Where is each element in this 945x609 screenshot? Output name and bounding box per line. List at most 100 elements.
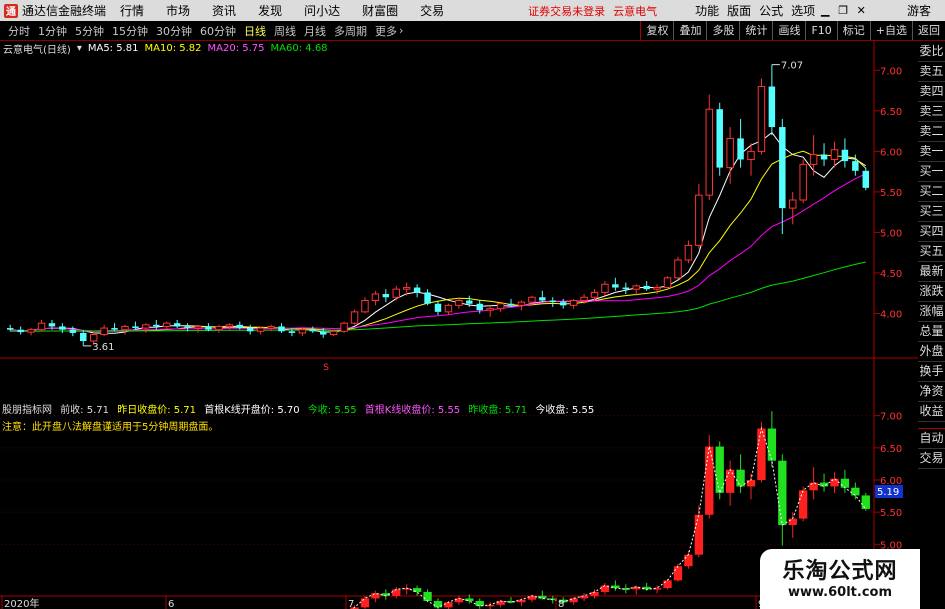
candle-body bbox=[236, 324, 243, 329]
period-multi[interactable]: 多周期 bbox=[334, 23, 367, 39]
guest-label[interactable]: 游客 bbox=[907, 2, 931, 19]
side-item-9[interactable]: 买四 bbox=[918, 222, 945, 242]
menu-wealth[interactable]: 财富圈 bbox=[362, 2, 398, 19]
side-item-12[interactable]: 涨跌 bbox=[918, 282, 945, 302]
ind-bar bbox=[444, 602, 453, 608]
menu-news[interactable]: 资讯 bbox=[212, 2, 236, 19]
tool-mark[interactable]: 标记 bbox=[836, 21, 870, 40]
candle-body bbox=[809, 154, 818, 165]
side-item-0[interactable]: 委比 bbox=[918, 42, 945, 62]
candle-body bbox=[59, 326, 66, 330]
period-5min[interactable]: 5分钟 bbox=[75, 23, 104, 39]
side-item-4[interactable]: 卖二 bbox=[918, 122, 945, 142]
side-item-11[interactable]: 最新 bbox=[918, 262, 945, 282]
side-item-18[interactable]: 收益 bbox=[918, 402, 945, 422]
candle-body bbox=[601, 283, 609, 293]
candle-body bbox=[309, 329, 317, 332]
side-panel: 委比 卖五 卖四 卖三 卖二 卖一 买一 买二 买三 买四 买五 最新 涨跌 涨幅 总量 外盘 换手 净资 收益自动… bbox=[918, 42, 945, 469]
ind-bar bbox=[673, 566, 683, 581]
menu-discover[interactable]: 发现 bbox=[258, 2, 282, 19]
candle-body bbox=[298, 329, 307, 334]
candle-body bbox=[684, 244, 693, 261]
title-stock-name: 云意电气 bbox=[613, 4, 658, 18]
high-label: 7.07 bbox=[781, 61, 803, 72]
period-30min[interactable]: 30分钟 bbox=[156, 23, 192, 39]
candle-body bbox=[674, 259, 682, 279]
candle-body bbox=[48, 323, 56, 327]
period-60min[interactable]: 60分钟 bbox=[200, 23, 236, 39]
tool-draw[interactable]: 画线 bbox=[772, 21, 805, 40]
side-item-2[interactable]: 卖四 bbox=[918, 82, 945, 102]
side-item-3[interactable]: 卖三 bbox=[918, 102, 945, 122]
candle-body bbox=[663, 277, 672, 289]
menu-ask[interactable]: 问小达 bbox=[304, 2, 340, 19]
candle-body bbox=[444, 304, 453, 313]
period-daily[interactable]: 日线 bbox=[244, 23, 266, 39]
ind-bar bbox=[746, 480, 756, 487]
side-item2-0[interactable]: 自动 bbox=[918, 428, 945, 449]
candle-body bbox=[361, 300, 369, 313]
side-item-8[interactable]: 买三 bbox=[918, 202, 945, 222]
side-item-15[interactable]: 外盘 bbox=[918, 342, 945, 362]
period-weekly[interactable]: 周线 bbox=[274, 23, 296, 39]
side-item-13[interactable]: 涨幅 bbox=[918, 302, 945, 322]
candle-body bbox=[789, 199, 797, 209]
ind-bar bbox=[799, 490, 808, 519]
side-item-6[interactable]: 买一 bbox=[918, 162, 945, 182]
login-notice[interactable]: 证券交易未登录 bbox=[528, 3, 605, 19]
candle-body bbox=[799, 163, 807, 201]
tool-stats[interactable]: 统计 bbox=[739, 21, 772, 40]
candle-body bbox=[350, 311, 359, 324]
indicator-name: 股朋指标网 bbox=[2, 405, 52, 416]
main-kline-plot: 7.07 3.61 S bbox=[6, 61, 870, 373]
candle-body bbox=[486, 308, 494, 311]
tool-f10[interactable]: F10 bbox=[805, 21, 836, 40]
candle-body bbox=[549, 300, 557, 303]
side-item-17[interactable]: 净资 bbox=[918, 382, 945, 402]
candle-body bbox=[507, 303, 515, 306]
more-chevron-icon[interactable]: › bbox=[399, 24, 403, 37]
period-more[interactable]: 更多 bbox=[375, 23, 397, 39]
tool-multi-stock[interactable]: 多股 bbox=[706, 21, 739, 40]
menu-layout[interactable]: 版面 bbox=[727, 2, 751, 19]
menu-quotes[interactable]: 行情 bbox=[120, 2, 144, 19]
side-item2-1[interactable]: 交易 bbox=[918, 449, 945, 469]
menu-formula[interactable]: 公式 bbox=[759, 2, 783, 19]
ind-close-line bbox=[351, 426, 867, 609]
side-item-10[interactable]: 买五 bbox=[918, 242, 945, 262]
s-marker: S bbox=[323, 363, 329, 373]
candle-body bbox=[340, 322, 348, 332]
menu-function[interactable]: 功能 bbox=[695, 2, 719, 19]
candle-body bbox=[622, 287, 630, 290]
tool-add-watch[interactable]: +自选 bbox=[869, 21, 912, 40]
ind-bar bbox=[778, 460, 787, 526]
period-tick[interactable]: 分时 bbox=[8, 23, 30, 39]
side-item-1[interactable]: 卖五 bbox=[918, 62, 945, 82]
period-1min[interactable]: 1分钟 bbox=[38, 23, 67, 39]
candle-body bbox=[779, 127, 786, 209]
ind-bar bbox=[819, 482, 829, 487]
chart-canvas[interactable]: 7.07 3.61 S 7.00 6.50 6.00 5.50 5.00 4.50 4.00 7.… bbox=[0, 40, 945, 609]
candle-body bbox=[737, 138, 744, 160]
period-15min[interactable]: 15分钟 bbox=[112, 23, 148, 39]
side-item-16[interactable]: 换手 bbox=[918, 362, 945, 382]
tool-overlay[interactable]: 叠加 bbox=[673, 21, 706, 40]
menu-market[interactable]: 市场 bbox=[166, 2, 190, 19]
x-label-2: 7 bbox=[348, 599, 354, 609]
menu-options[interactable]: 选项 bbox=[791, 2, 815, 19]
candle-body bbox=[111, 328, 118, 330]
side-item-7[interactable]: 买二 bbox=[918, 182, 945, 202]
restore-icon[interactable]: ❐ bbox=[835, 4, 851, 17]
dropdown-icon[interactable]: ▾ bbox=[77, 43, 82, 54]
side-item-14[interactable]: 总量 bbox=[918, 322, 945, 342]
tool-back[interactable]: 返回 bbox=[912, 21, 945, 40]
ind-bar bbox=[360, 598, 370, 608]
minimize-icon[interactable]: ▁ bbox=[817, 4, 833, 17]
candle-body bbox=[726, 137, 734, 169]
tool-adjust[interactable]: 复权 bbox=[640, 21, 673, 40]
period-monthly[interactable]: 月线 bbox=[304, 23, 326, 39]
close-icon[interactable]: ✕ bbox=[853, 4, 869, 17]
side-item-5[interactable]: 卖一 bbox=[918, 142, 945, 162]
menu-trade[interactable]: 交易 bbox=[420, 2, 444, 19]
ma-info-line: 云意电气(日线) ▾ MA5: 5.81 MA10: 5.82 MA20: 5.… bbox=[0, 41, 334, 56]
